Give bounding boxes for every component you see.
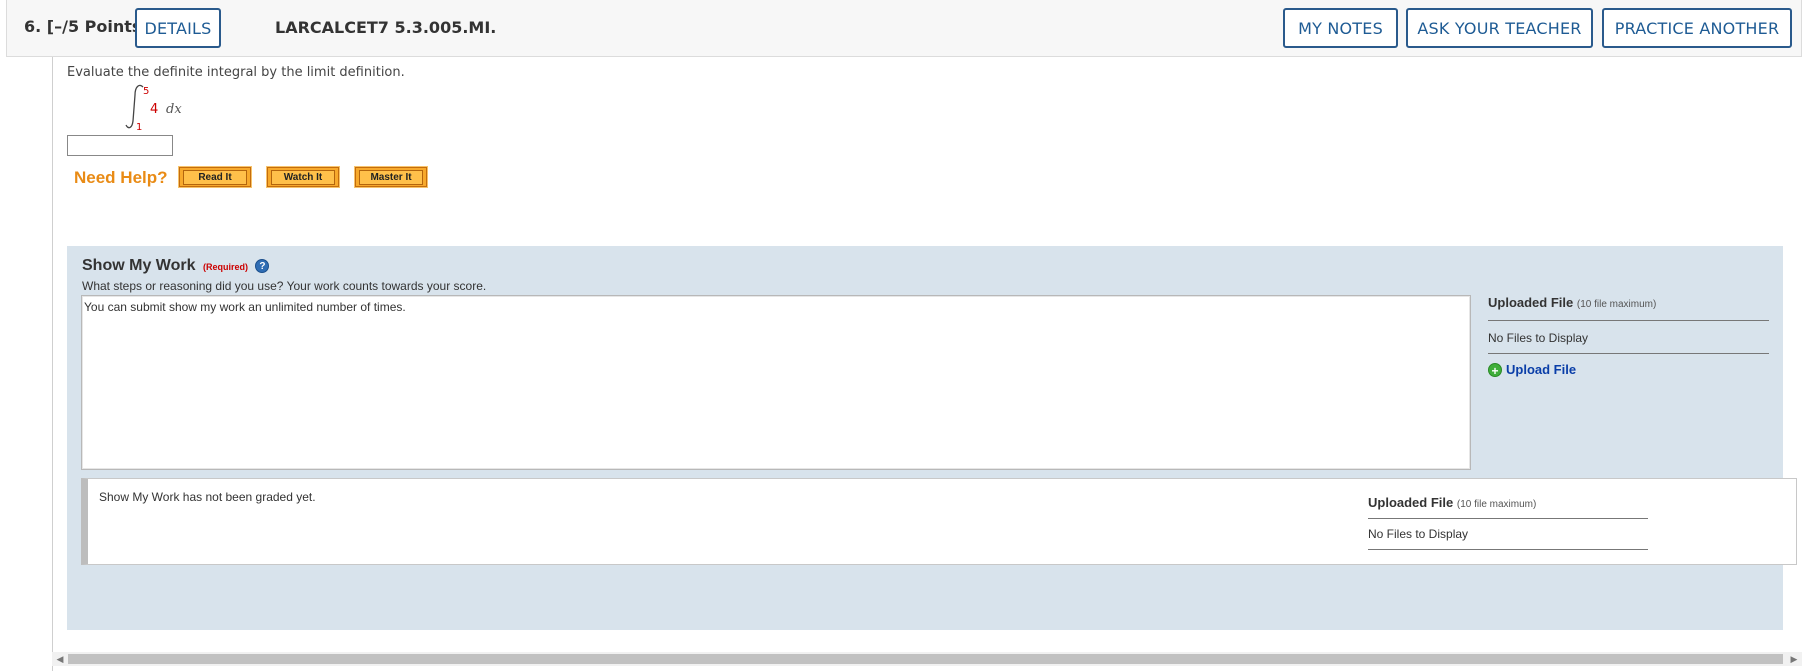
ask-your-teacher-button[interactable]: ASK YOUR TEACHER — [1406, 8, 1593, 48]
question-content: Evaluate the definite integral by the li… — [52, 57, 1802, 671]
watch-it-label: Watch It — [271, 169, 335, 185]
integral-expression: 5 1 4 dx — [125, 84, 182, 131]
graded-no-files-message: No Files to Display — [1368, 519, 1648, 550]
question-header: 6. [–/5 Points] DETAILS LARCALCET7 5.3.0… — [6, 0, 1802, 57]
details-button[interactable]: DETAILS — [135, 8, 221, 48]
add-circle-icon: + — [1488, 362, 1502, 378]
show-my-work-title-text: Show My Work — [82, 257, 196, 274]
my-notes-button[interactable]: MY NOTES — [1283, 8, 1398, 48]
show-my-work-subtitle: What steps or reasoning did you use? You… — [82, 279, 487, 293]
show-my-work-panel: Show My Work (Required) ? What steps or … — [67, 246, 1797, 630]
uploaded-file-title: Uploaded File (10 file maximum) — [1488, 295, 1769, 321]
practice-another-button[interactable]: PRACTICE ANOTHER — [1602, 8, 1792, 48]
read-it-label: Read It — [183, 169, 247, 185]
uploaded-files-section: Uploaded File (10 file maximum) No Files… — [1488, 295, 1769, 378]
horizontal-scrollbar[interactable]: ◀ ▶ — [52, 652, 1802, 666]
question-prompt: Evaluate the definite integral by the li… — [67, 65, 405, 80]
no-files-message: No Files to Display — [1488, 321, 1769, 354]
answer-input[interactable] — [67, 135, 173, 156]
graded-uploaded-files-section: Uploaded File (10 file maximum) No Files… — [1368, 495, 1648, 550]
watch-it-button[interactable]: Watch It — [266, 166, 340, 188]
graded-status-text: Show My Work has not been graded yet. — [99, 490, 316, 504]
graded-status-panel: Show My Work has not been graded yet. Up… — [81, 478, 1797, 565]
show-my-work-textarea[interactable]: You can submit show my work an unlimited… — [81, 295, 1471, 470]
scrollbar-thumb[interactable] — [68, 654, 1783, 664]
show-my-work-text: You can submit show my work an unlimited… — [84, 300, 406, 314]
integral-lower-bound: 1 — [136, 122, 142, 131]
master-it-button[interactable]: Master It — [354, 166, 428, 188]
integral-upper-bound: 5 — [143, 86, 149, 97]
upload-file-link[interactable]: + Upload File — [1488, 362, 1769, 378]
master-it-label: Master It — [359, 169, 423, 185]
integral-differential: dx — [166, 102, 182, 117]
help-question-icon[interactable]: ? — [255, 259, 270, 273]
uploaded-file-title-text: Uploaded File — [1488, 295, 1574, 310]
graded-uploaded-file-title: Uploaded File (10 file maximum) — [1368, 495, 1648, 519]
question-number-label: 6. — [24, 17, 42, 36]
integrand: 4 — [150, 102, 158, 117]
required-label: (Required) — [202, 262, 248, 272]
graded-uploaded-file-max: (10 file maximum) — [1456, 499, 1537, 510]
question-code: LARCALCET7 5.3.005.MI. — [275, 18, 497, 37]
need-help-label: Need Help? — [74, 168, 168, 187]
question-number: 6. [–/5 Points] — [24, 17, 149, 36]
show-my-work-title: Show My Work (Required) ? — [82, 257, 270, 275]
points-label: [–/5 Points] — [46, 17, 149, 36]
graded-uploaded-file-title-text: Uploaded File — [1368, 495, 1454, 510]
scroll-left-arrow-icon[interactable]: ◀ — [54, 653, 66, 665]
upload-file-label: Upload File — [1506, 362, 1577, 377]
scroll-right-arrow-icon[interactable]: ▶ — [1788, 653, 1800, 665]
read-it-button[interactable]: Read It — [178, 166, 252, 188]
uploaded-file-max: (10 file maximum) — [1576, 299, 1657, 310]
